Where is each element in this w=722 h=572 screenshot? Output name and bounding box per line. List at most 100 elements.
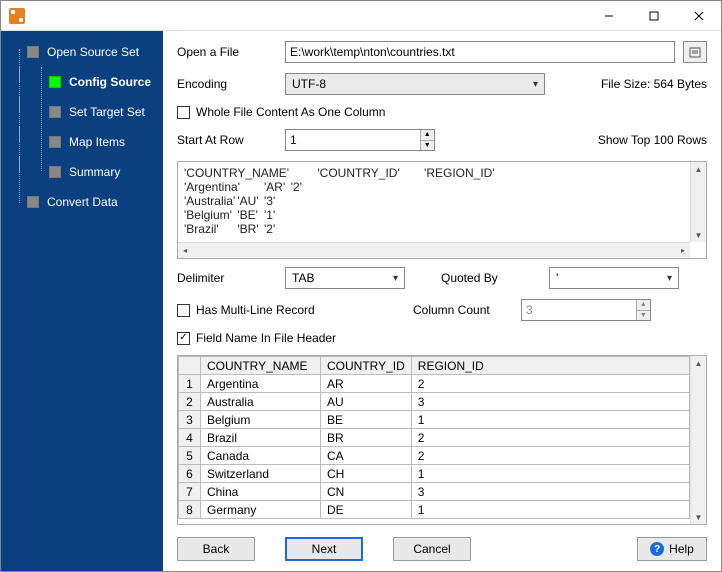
- spinner-arrows[interactable]: ▲▼: [636, 300, 650, 320]
- row-header[interactable]: 7: [179, 483, 201, 501]
- table-cell[interactable]: CN: [321, 483, 412, 501]
- scroll-up-icon[interactable]: ▲: [691, 356, 706, 370]
- preview-scrollbar-vertical[interactable]: ▲ ▼: [690, 162, 706, 242]
- scroll-left-icon[interactable]: ◂: [178, 243, 192, 258]
- column-header[interactable]: COUNTRY_ID: [321, 357, 412, 375]
- table-cell[interactable]: Switzerland: [201, 465, 321, 483]
- column-count-spinner[interactable]: ▲▼: [521, 299, 651, 321]
- whole-file-checkbox[interactable]: Whole File Content As One Column: [177, 105, 385, 119]
- preview-scrollbar-horizontal[interactable]: ◂ ▸: [178, 242, 690, 258]
- table-cell[interactable]: 2: [411, 375, 689, 393]
- titlebar: [1, 1, 721, 31]
- field-name-header-checkbox[interactable]: ✓ Field Name In File Header: [177, 331, 336, 345]
- checkbox-icon: [177, 304, 190, 317]
- button-label: Back: [203, 542, 230, 556]
- table-row[interactable]: 2AustraliaAU3: [179, 393, 690, 411]
- step-set-target-set[interactable]: Set Target Set: [15, 97, 163, 127]
- table-cell[interactable]: 2: [411, 429, 689, 447]
- row-header[interactable]: 8: [179, 501, 201, 519]
- table-cell[interactable]: Argentina: [201, 375, 321, 393]
- table-row[interactable]: 3BelgiumBE1: [179, 411, 690, 429]
- table-row[interactable]: 8GermanyDE1: [179, 501, 690, 519]
- multiline-checkbox[interactable]: Has Multi-Line Record: [177, 303, 397, 317]
- cancel-button[interactable]: Cancel: [393, 537, 471, 561]
- back-button[interactable]: Back: [177, 537, 255, 561]
- encoding-select[interactable]: UTF-8 ▾: [285, 73, 545, 95]
- dialog-window: Open Source Set Config Source Set Target…: [0, 0, 722, 572]
- table-cell[interactable]: Brazil: [201, 429, 321, 447]
- table-cell[interactable]: 1: [411, 411, 689, 429]
- wizard-button-bar: Back Next Cancel ? Help: [177, 535, 707, 565]
- step-icon: [49, 76, 61, 88]
- table-cell[interactable]: AR: [321, 375, 412, 393]
- next-button[interactable]: Next: [285, 537, 363, 561]
- arrow-down-icon[interactable]: ▼: [421, 141, 434, 151]
- table-cell[interactable]: AU: [321, 393, 412, 411]
- start-row-label: Start At Row: [177, 133, 277, 147]
- grid-scrollbar-vertical[interactable]: ▲ ▼: [690, 356, 706, 524]
- open-file-input[interactable]: [285, 41, 675, 63]
- table-row[interactable]: 6SwitzerlandCH1: [179, 465, 690, 483]
- table-cell[interactable]: DE: [321, 501, 412, 519]
- scroll-down-icon[interactable]: ▼: [691, 510, 706, 524]
- column-header[interactable]: COUNTRY_NAME: [201, 357, 321, 375]
- table-row[interactable]: 7ChinaCN3: [179, 483, 690, 501]
- table-cell[interactable]: 3: [411, 483, 689, 501]
- table-row[interactable]: 1ArgentinaAR2: [179, 375, 690, 393]
- table-row[interactable]: 4BrazilBR2: [179, 429, 690, 447]
- step-config-source[interactable]: Config Source: [15, 67, 163, 97]
- multiline-row: Has Multi-Line Record Column Count ▲▼: [177, 299, 707, 321]
- scroll-right-icon[interactable]: ▸: [676, 243, 690, 258]
- step-summary[interactable]: Summary: [15, 157, 163, 187]
- table-cell[interactable]: China: [201, 483, 321, 501]
- table-cell[interactable]: 2: [411, 447, 689, 465]
- table-cell[interactable]: 1: [411, 465, 689, 483]
- delimiter-select[interactable]: TAB ▾: [285, 267, 405, 289]
- raw-preview-text: 'COUNTRY_NAME' 'COUNTRY_ID' 'REGION_ID' …: [178, 162, 690, 242]
- arrow-up-icon[interactable]: ▲: [637, 300, 650, 311]
- table-cell[interactable]: Belgium: [201, 411, 321, 429]
- row-header[interactable]: 4: [179, 429, 201, 447]
- row-header[interactable]: 6: [179, 465, 201, 483]
- table-cell[interactable]: Canada: [201, 447, 321, 465]
- step-map-items[interactable]: Map Items: [15, 127, 163, 157]
- quoted-by-label: Quoted By: [441, 271, 541, 285]
- delimiter-label: Delimiter: [177, 271, 277, 285]
- start-row-spinner[interactable]: ▲▼: [285, 129, 435, 151]
- table-cell[interactable]: 3: [411, 393, 689, 411]
- maximize-button[interactable]: [631, 1, 676, 31]
- parsed-grid: COUNTRY_NAME COUNTRY_ID REGION_ID 1Argen…: [177, 355, 707, 525]
- table-cell[interactable]: 1: [411, 501, 689, 519]
- arrow-down-icon[interactable]: ▼: [637, 311, 650, 321]
- column-header[interactable]: REGION_ID: [411, 357, 689, 375]
- table-cell[interactable]: Germany: [201, 501, 321, 519]
- start-row-input[interactable]: [286, 130, 420, 150]
- row-header[interactable]: 1: [179, 375, 201, 393]
- raw-preview-box: 'COUNTRY_NAME' 'COUNTRY_ID' 'REGION_ID' …: [177, 161, 707, 259]
- spinner-arrows[interactable]: ▲▼: [420, 130, 434, 150]
- table-cell[interactable]: CH: [321, 465, 412, 483]
- step-open-source-set[interactable]: Open Source Set: [15, 37, 163, 67]
- table-row[interactable]: 5CanadaCA2: [179, 447, 690, 465]
- row-header[interactable]: 5: [179, 447, 201, 465]
- table-cell[interactable]: BE: [321, 411, 412, 429]
- step-label: Summary: [69, 165, 120, 179]
- table-cell[interactable]: CA: [321, 447, 412, 465]
- quoted-by-select[interactable]: ' ▾: [549, 267, 679, 289]
- browse-file-button[interactable]: [683, 41, 707, 63]
- folder-open-icon: [688, 45, 702, 59]
- column-count-input[interactable]: [522, 300, 636, 320]
- row-header[interactable]: 3: [179, 411, 201, 429]
- table-cell[interactable]: Australia: [201, 393, 321, 411]
- table-cell[interactable]: BR: [321, 429, 412, 447]
- scroll-up-icon[interactable]: ▲: [691, 162, 706, 176]
- arrow-up-icon[interactable]: ▲: [421, 130, 434, 141]
- row-header[interactable]: 2: [179, 393, 201, 411]
- help-button[interactable]: ? Help: [637, 537, 707, 561]
- close-button[interactable]: [676, 1, 721, 31]
- step-convert-data[interactable]: Convert Data: [15, 187, 163, 217]
- scroll-down-icon[interactable]: ▼: [691, 228, 706, 242]
- button-label: Cancel: [413, 542, 450, 556]
- minimize-button[interactable]: [586, 1, 631, 31]
- delimiter-value: TAB: [292, 271, 314, 285]
